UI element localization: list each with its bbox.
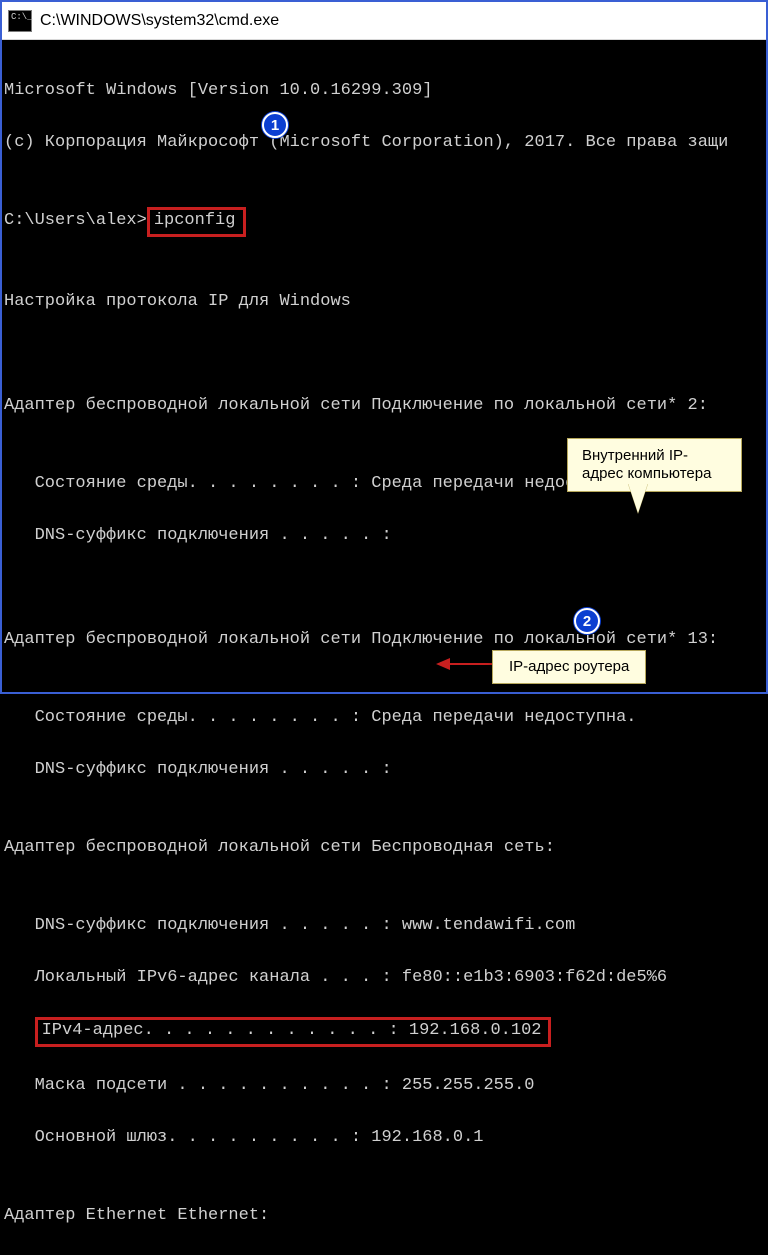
window-titlebar: C:\WINDOWS\system32\cmd.exe	[2, 2, 766, 40]
line-adapterW: Адаптер беспроводной локальной сети Бесп…	[4, 835, 764, 861]
line-media2: Состояние среды. . . . . . . . : Среда п…	[4, 705, 764, 731]
prompt-prefix: C:\Users\alex>	[4, 211, 147, 230]
command-highlight: ipconfig	[147, 207, 247, 237]
line-version: Microsoft Windows [Version 10.0.16299.30…	[4, 78, 764, 104]
ipv4-highlight: IPv4-адрес. . . . . . . . . . . . : 192.…	[35, 1017, 551, 1047]
window-title: C:\WINDOWS\system32\cmd.exe	[40, 12, 279, 30]
callout-inner-ip-text: Внутренний IP-адрес компьютера	[582, 447, 711, 482]
line-wdns: DNS-суффикс подключения . . . . . : www.…	[4, 913, 764, 939]
annotation-badge-1: 1	[262, 112, 288, 138]
line-wmask: Маска подсети . . . . . . . . . . : 255.…	[4, 1073, 764, 1099]
cmd-icon	[8, 10, 32, 32]
line-wipv6: Локальный IPv6-адрес канала . . . : fe80…	[4, 965, 764, 991]
line-copyright: (c) Корпорация Майкрософт (Microsoft Cor…	[4, 130, 764, 156]
callout-inner-ip: Внутренний IP-адрес компьютера	[567, 438, 742, 492]
callout-tail-icon	[628, 483, 648, 513]
line-adapter2: Адаптер беспроводной локальной сети Подк…	[4, 393, 764, 419]
annotation-badge-2: 2	[574, 608, 600, 634]
arrow-router	[436, 663, 492, 665]
line-dns1: DNS-суффикс подключения . . . . . :	[4, 523, 764, 549]
arrow-left-icon	[436, 658, 450, 670]
terminal-output[interactable]: Microsoft Windows [Version 10.0.16299.30…	[2, 40, 766, 1255]
callout-router-ip: IP-адрес роутера	[492, 650, 646, 684]
line-cfgtitle: Настройка протокола IP для Windows	[4, 289, 764, 315]
line-dns2: DNS-суффикс подключения . . . . . :	[4, 757, 764, 783]
line-adapter13: Адаптер беспроводной локальной сети Подк…	[4, 627, 764, 653]
command-text: ipconfig	[154, 211, 236, 230]
line-ipv4: IPv4-адрес. . . . . . . . . . . . : 192.…	[4, 1017, 764, 1047]
ipv4-text: IPv4-адрес. . . . . . . . . . . . : 192.…	[42, 1021, 542, 1040]
arrow-line	[448, 663, 492, 665]
line-wgw: Основной шлюз. . . . . . . . . : 192.168…	[4, 1125, 764, 1151]
line-eth: Адаптер Ethernet Ethernet:	[4, 1203, 764, 1229]
line-prompt: C:\Users\alex> ipconfig	[4, 208, 764, 237]
callout-router-ip-text: IP-адрес роутера	[509, 658, 629, 675]
